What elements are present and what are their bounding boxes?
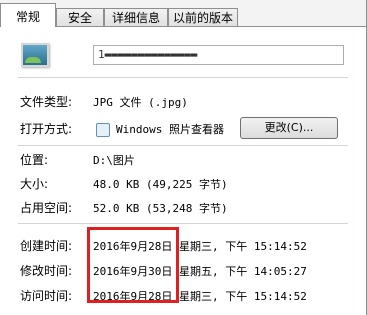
location-label: 位置: — [20, 153, 49, 167]
created-label: 创建时间: — [20, 239, 73, 253]
tab-strip: 常规 安全 详细信息 以前的版本 — [0, 0, 367, 27]
size-on-disk-label: 占用空间: — [20, 201, 73, 215]
date-highlight-box — [87, 227, 179, 303]
opens-with-value: Windows 照片查看器 — [116, 123, 224, 136]
general-panel: 1▬▬▬▬▬▬▬▬▬▬▬▬▬▬ 文件类型: JPG 文件 (.jpg) 打开方式… — [0, 26, 367, 315]
size-value: 48.0 KB (49,225 字节) — [93, 178, 228, 191]
file-name-input[interactable]: 1▬▬▬▬▬▬▬▬▬▬▬▬▬▬ — [93, 45, 344, 65]
tab-security[interactable]: 安全 — [56, 8, 104, 26]
size-on-disk-value: 52.0 KB (53,248 字节) — [93, 202, 228, 215]
tab-general[interactable]: 常规 — [0, 3, 56, 27]
photo-viewer-icon — [96, 123, 110, 137]
divider — [18, 223, 348, 224]
modified-label: 修改时间: — [20, 264, 73, 278]
divider — [18, 77, 348, 78]
tab-previous-versions[interactable]: 以前的版本 — [168, 8, 238, 26]
divider — [18, 145, 348, 146]
tab-details[interactable]: 详细信息 — [104, 8, 168, 26]
file-type-label: 文件类型: — [20, 95, 73, 109]
location-value: D:\图片 — [93, 154, 135, 167]
opens-with-label: 打开方式: — [20, 122, 73, 136]
file-type-value: JPG 文件 (.jpg) — [93, 96, 188, 109]
accessed-label: 访问时间: — [20, 289, 73, 303]
size-label: 大小: — [20, 177, 49, 191]
image-file-icon — [21, 43, 49, 67]
change-button[interactable]: 更改(C)... — [240, 117, 338, 139]
